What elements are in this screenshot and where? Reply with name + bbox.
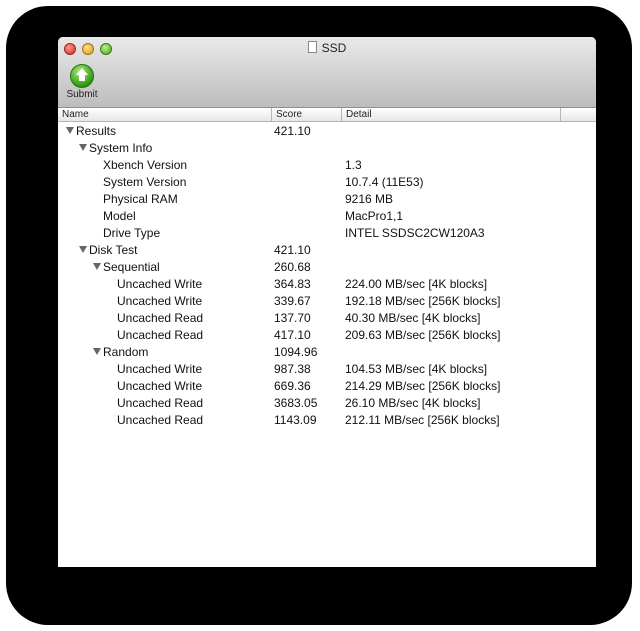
row-detail: 9216 MB: [345, 192, 394, 206]
tree-row-sequential[interactable]: Sequential 260.68: [58, 259, 596, 276]
column-header-name[interactable]: Name: [58, 108, 272, 121]
tree-row[interactable]: System Version 10.7.4 (11E53): [58, 174, 596, 191]
row-name: Random: [103, 345, 149, 359]
column-header-detail[interactable]: Detail: [342, 108, 561, 121]
tree-row-random[interactable]: Random 1094.96: [58, 344, 596, 361]
row-name: System Version: [103, 175, 187, 189]
tree-row[interactable]: Xbench Version 1.3: [58, 157, 596, 174]
row-name: System Info: [89, 141, 153, 155]
tree-row[interactable]: Uncached Read 417.10 209.63 MB/sec [256K…: [58, 327, 596, 344]
tree-row[interactable]: Uncached Write 339.67 192.18 MB/sec [256…: [58, 293, 596, 310]
tree-row[interactable]: Drive Type INTEL SSDSC2CW120A3: [58, 225, 596, 242]
row-name: Physical RAM: [103, 192, 178, 206]
disclosure-triangle-icon[interactable]: [93, 348, 101, 355]
row-name-cell: Disk Test: [79, 242, 137, 259]
row-detail: 209.63 MB/sec [256K blocks]: [345, 328, 501, 342]
row-score: 364.83: [274, 277, 311, 291]
row-name-cell: Sequential: [93, 259, 160, 276]
document-icon: [307, 41, 317, 53]
column-header-score[interactable]: Score: [272, 108, 342, 121]
row-score: 421.10: [274, 243, 311, 257]
title-bar: SSD Submit: [58, 37, 596, 108]
tree-row[interactable]: Uncached Write 669.36 214.29 MB/sec [256…: [58, 378, 596, 395]
window-title-area: SSD: [58, 41, 596, 55]
app-window: SSD Submit Name Score Detail Results 421…: [58, 37, 596, 567]
tree-row[interactable]: Uncached Read 3683.05 26.10 MB/sec [4K b…: [58, 395, 596, 412]
row-detail: 10.7.4 (11E53): [345, 175, 424, 189]
row-detail: 1.3: [345, 158, 362, 172]
tree-row[interactable]: Uncached Write 987.38 104.53 MB/sec [4K …: [58, 361, 596, 378]
row-detail: MacPro1,1: [345, 209, 404, 223]
row-name-cell: Results: [66, 123, 116, 140]
screenshot-frame: SSD Submit Name Score Detail Results 421…: [6, 6, 632, 625]
row-detail: 26.10 MB/sec [4K blocks]: [345, 396, 481, 410]
row-name: Uncached Read: [117, 413, 204, 427]
tree-row-results[interactable]: Results 421.10: [58, 123, 596, 140]
row-name: Disk Test: [89, 243, 138, 257]
row-detail: 214.29 MB/sec [256K blocks]: [345, 379, 501, 393]
tree-row[interactable]: Uncached Read 137.70 40.30 MB/sec [4K bl…: [58, 310, 596, 327]
window-title: SSD: [321, 41, 347, 55]
tree-row[interactable]: Uncached Read 1143.09 212.11 MB/sec [256…: [58, 412, 596, 429]
row-name-cell: Random: [93, 344, 148, 361]
row-name: Uncached Write: [117, 294, 203, 308]
row-name: Drive Type: [103, 226, 161, 240]
row-detail: 224.00 MB/sec [4K blocks]: [345, 277, 488, 291]
row-name: Uncached Read: [117, 396, 204, 410]
row-detail: 104.53 MB/sec [4K blocks]: [345, 362, 488, 376]
row-detail: INTEL SSDSC2CW120A3: [345, 226, 485, 240]
row-name: Sequential: [103, 260, 160, 274]
row-name: Uncached Write: [117, 277, 203, 291]
row-score: 1094.96: [274, 345, 318, 359]
row-score: 669.36: [274, 379, 311, 393]
disclosure-triangle-icon[interactable]: [79, 144, 87, 151]
submit-label: Submit: [66, 89, 98, 100]
row-name: Uncached Read: [117, 311, 204, 325]
row-score: 137.70: [274, 311, 311, 325]
tree-row[interactable]: Physical RAM 9216 MB: [58, 191, 596, 208]
row-score: 339.67: [274, 294, 311, 308]
tree-row-disk-test[interactable]: Disk Test 421.10: [58, 242, 596, 259]
row-score: 987.38: [274, 362, 311, 376]
disclosure-triangle-icon[interactable]: [93, 263, 101, 270]
row-name: Uncached Write: [117, 379, 203, 393]
upload-arrow-icon: [70, 64, 94, 88]
row-score: 3683.05: [274, 396, 318, 410]
row-detail: 192.18 MB/sec [256K blocks]: [345, 294, 501, 308]
row-score: 421.10: [274, 124, 311, 138]
row-detail: 212.11 MB/sec [256K blocks]: [345, 413, 500, 427]
row-name: Results: [76, 124, 117, 138]
tree-row[interactable]: Model MacPro1,1: [58, 208, 596, 225]
tree-row-system-info[interactable]: System Info: [58, 140, 596, 157]
row-name: Model: [103, 209, 136, 223]
row-name-cell: System Info: [79, 140, 152, 157]
disclosure-triangle-icon[interactable]: [79, 246, 87, 253]
row-score: 1143.09: [274, 413, 317, 427]
row-score: 260.68: [274, 260, 311, 274]
submit-button[interactable]: Submit: [63, 64, 101, 104]
row-detail: 40.30 MB/sec [4K blocks]: [345, 311, 481, 325]
row-name: Uncached Write: [117, 362, 203, 376]
column-header-row: Name Score Detail: [58, 108, 596, 122]
tree-row[interactable]: Uncached Write 364.83 224.00 MB/sec [4K …: [58, 276, 596, 293]
disclosure-triangle-icon[interactable]: [66, 127, 74, 134]
row-name: Xbench Version: [103, 158, 188, 172]
row-name: Uncached Read: [117, 328, 204, 342]
row-score: 417.10: [274, 328, 311, 342]
